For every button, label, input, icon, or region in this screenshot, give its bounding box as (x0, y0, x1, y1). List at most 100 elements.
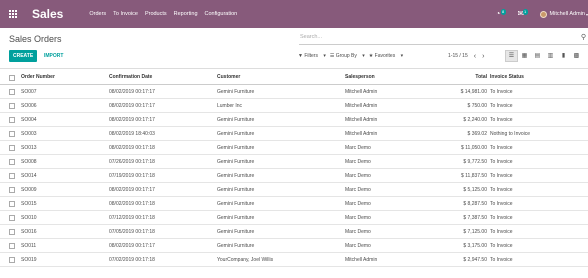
confirmation-date: 08/02/2019 00:17:18 (109, 201, 155, 207)
salesperson: Mitchell Admin (345, 117, 378, 123)
total: $ 9,772.50 (463, 159, 487, 165)
pager: 1-15 / 15 ‹ › (448, 50, 484, 62)
search-input[interactable]: Search... ⚲ (299, 31, 588, 45)
row-checkbox[interactable] (9, 173, 15, 179)
row-checkbox[interactable] (9, 215, 15, 221)
menu-to-invoice[interactable]: To Invoice (113, 11, 138, 17)
user-menu[interactable]: Mitchell Admin ▾ (539, 10, 588, 18)
table-row[interactable]: SO007 08/02/2019 00:17:17 Gemini Furniture… (0, 85, 588, 99)
order-number: SO015 (21, 201, 37, 207)
apps-icon[interactable] (0, 0, 26, 28)
customer: Gemini Furniture (217, 215, 255, 221)
customer: Gemini Furniture (217, 173, 255, 179)
order-number: SO016 (21, 229, 37, 235)
header-confirmation-date[interactable]: Confirmation Date (109, 69, 152, 86)
customer: Lumber Inc (217, 103, 243, 109)
kanban-view-icon[interactable]: ▦ (518, 50, 531, 62)
table-row[interactable]: SO006 08/02/2019 00:17:17 Lumber Inc Mitche… (0, 99, 588, 113)
favorites-dropdown[interactable]: ★ Favorites ▾ (369, 53, 403, 59)
total: $ 2,240.00 (463, 117, 487, 123)
row-checkbox[interactable] (9, 201, 15, 207)
app-brand[interactable]: Sales (32, 7, 63, 21)
row-checkbox[interactable] (9, 89, 15, 95)
select-all-checkbox[interactable] (9, 74, 15, 81)
row-checkbox[interactable] (9, 159, 15, 165)
pager-value[interactable]: 1-15 / 15 (448, 53, 468, 59)
header-customer[interactable]: Customer (217, 69, 240, 86)
header-total[interactable]: Total (430, 69, 487, 86)
row-checkbox[interactable] (9, 117, 15, 123)
invoice-status: To Invoice (490, 243, 513, 249)
total: $ 5,125.00 (463, 187, 487, 193)
table-row[interactable]: SO003 08/02/2019 18:40:03 Gemini Furniture… (0, 127, 588, 141)
confirmation-date: 08/02/2019 18:40:03 (109, 131, 155, 137)
table-row[interactable]: SO010 07/12/2019 00:17:18 Gemini Furniture… (0, 211, 588, 225)
table-row[interactable]: SO013 08/02/2019 00:17:18 Gemini Furniture… (0, 141, 588, 155)
table-row[interactable]: SO008 07/26/2019 00:17:18 Gemini Furniture… (0, 155, 588, 169)
menu-products[interactable]: Products (145, 11, 167, 17)
menu-orders[interactable]: Orders (89, 11, 106, 17)
confirmation-date: 08/02/2019 00:17:17 (109, 117, 155, 123)
groupby-dropdown[interactable]: ☰ Group By ▾ (330, 53, 365, 59)
salesperson: Marc Demo (345, 243, 371, 249)
invoice-status: To Invoice (490, 103, 513, 109)
menu-reporting[interactable]: Reporting (174, 11, 198, 17)
row-checkbox[interactable] (9, 243, 15, 249)
calendar-view-icon[interactable]: ▤ (531, 50, 544, 62)
messages-icon[interactable]: ✉ 1 (518, 8, 534, 20)
row-checkbox[interactable] (9, 145, 15, 151)
customer: Gemini Furniture (217, 159, 255, 165)
header-order-number[interactable]: Order Number (21, 69, 55, 86)
graph-view-icon[interactable]: ▮ (557, 50, 570, 62)
pager-previous-icon[interactable]: ‹ (474, 53, 476, 60)
total: $ 369.02 (467, 131, 487, 137)
table-row[interactable]: SO011 08/02/2019 00:17:17 Gemini Furniture… (0, 239, 588, 253)
total: $ 7,387.50 (463, 215, 487, 221)
table-row[interactable]: SO014 07/19/2019 00:17:18 Gemini Furniture… (0, 169, 588, 183)
top-navbar: Sales Orders To Invoice Products Reporti… (0, 0, 588, 28)
menu-configuration[interactable]: Configuration (205, 11, 238, 17)
table-row[interactable]: SO009 08/02/2019 00:17:17 Gemini Furniture… (0, 183, 588, 197)
order-number: SO013 (21, 145, 37, 151)
list-view-icon[interactable]: ☰ (505, 49, 518, 62)
table-row[interactable]: SO019 07/02/2019 00:17:18 YourCompany, Joe… (0, 253, 588, 267)
row-checkbox[interactable] (9, 229, 15, 235)
customer: Gemini Furniture (217, 145, 255, 151)
table-row[interactable]: SO004 08/02/2019 00:17:17 Gemini Furniture… (0, 113, 588, 127)
invoice-status: To Invoice (490, 257, 513, 263)
table-header: Order Number Confirmation Date Customer … (0, 68, 588, 85)
invoice-status: To Invoice (490, 201, 513, 207)
activity-view-icon[interactable]: ▩ (570, 50, 583, 62)
create-button[interactable]: CREATE (9, 50, 38, 62)
header-salesperson[interactable]: Salesperson (345, 69, 375, 86)
row-checkbox[interactable] (9, 103, 15, 109)
filters-dropdown[interactable]: ▼ Filters ▾ (298, 53, 326, 59)
row-checkbox[interactable] (9, 187, 15, 193)
invoice-status: To Invoice (490, 215, 513, 221)
row-checkbox[interactable] (9, 257, 15, 263)
search-icon[interactable]: ⚲ (581, 32, 586, 44)
invoice-status: To Invoice (490, 117, 513, 123)
header-invoice-status[interactable]: Invoice Status (490, 69, 524, 86)
confirmation-date: 07/02/2019 00:17:18 (109, 257, 155, 263)
salesperson: Mitchell Admin (345, 131, 378, 137)
pivot-view-icon[interactable]: ▥ (544, 50, 557, 62)
sales-orders-table: Order Number Confirmation Date Customer … (0, 68, 588, 267)
salesperson: Marc Demo (345, 215, 371, 221)
invoice-status: To Invoice (490, 89, 513, 95)
confirmation-date: 08/02/2019 00:17:17 (109, 187, 155, 193)
customer: Gemini Furniture (217, 117, 255, 123)
order-number: SO003 (21, 131, 37, 137)
activity-icon[interactable]: ◔ 8 (496, 8, 512, 20)
table-row[interactable]: SO015 08/02/2019 00:17:18 Gemini Furniture… (0, 197, 588, 211)
confirmation-date: 07/12/2019 00:17:18 (109, 215, 155, 221)
row-checkbox[interactable] (9, 131, 15, 137)
table-row[interactable]: SO016 07/05/2019 00:17:18 Gemini Furniture… (0, 225, 588, 239)
customer: YourCompany, Joel Willis (217, 257, 274, 263)
order-number: SO009 (21, 187, 37, 193)
pager-next-icon[interactable]: › (482, 53, 484, 60)
confirmation-date: 07/19/2019 00:17:18 (109, 173, 155, 179)
customer: Gemini Furniture (217, 243, 255, 249)
total: $ 3,175.00 (463, 243, 487, 249)
import-button[interactable]: IMPORT (44, 50, 63, 62)
